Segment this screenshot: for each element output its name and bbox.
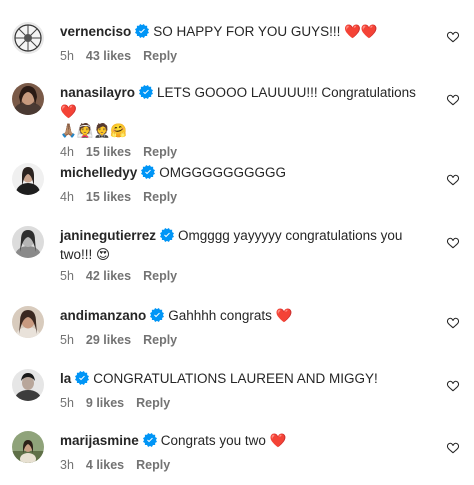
reply-button[interactable]: Reply [136,396,170,410]
comment-username[interactable]: michelledyy [60,165,137,180]
comment-username[interactable]: andimanzano [60,308,146,323]
verified-badge-icon [141,165,156,179]
comment-username[interactable]: marijasmine [60,433,139,448]
comment-username[interactable]: nanasilayro [60,85,135,100]
comment-time: 5h [60,49,74,63]
avatar[interactable] [12,369,44,401]
comment-likes[interactable]: 15 likes [86,190,131,204]
avatar[interactable] [12,83,44,115]
reply-button[interactable]: Reply [143,190,177,204]
verified-badge-icon [75,371,90,385]
heart-outline-icon[interactable] [446,379,460,393]
verified-badge-icon [150,308,165,322]
reply-button[interactable]: Reply [136,458,170,472]
heart-outline-icon[interactable] [446,93,460,107]
verified-badge-icon [160,228,175,242]
comment-username[interactable]: vernenciso [60,24,131,39]
verified-badge-icon [142,433,157,447]
avatar[interactable] [12,22,44,54]
comment-text: OMGGGGGGGGGG [159,165,287,180]
reply-button[interactable]: Reply [143,333,177,347]
comment-time: 3h [60,458,74,472]
comment-likes[interactable]: 29 likes [86,333,131,347]
avatar[interactable] [12,306,44,338]
comment-time: 5h [60,396,74,410]
comment-likes[interactable]: 4 likes [86,458,124,472]
verified-badge-icon [139,85,154,99]
comment-username[interactable]: la [60,371,71,386]
heart-outline-icon[interactable] [446,316,460,330]
comment-time: 5h [60,333,74,347]
comment-likes[interactable]: 9 likes [86,396,124,410]
comment-text: Congrats you two ❤️ [160,433,287,448]
reply-button[interactable]: Reply [143,49,177,63]
heart-outline-icon[interactable] [446,441,460,455]
avatar[interactable] [12,431,44,463]
avatar[interactable] [12,163,44,195]
comment-text: CONGRATULATIONS LAUREEN AND MIGGY! [93,371,378,386]
comment-time: 4h [60,190,74,204]
avatar[interactable] [12,226,44,258]
comment-likes[interactable]: 15 likes [86,145,131,159]
heart-outline-icon[interactable] [446,236,460,250]
comment-text: Gahhhh congrats ❤️ [168,308,293,323]
comment-text-continued: 🙏🏽👰🤵🤗 [60,123,128,138]
reply-button[interactable]: Reply [143,269,177,283]
comment-list: vernenciso SO HAPPY FOR YOU GUYS!!! ❤️❤️ … [0,0,474,485]
reply-button[interactable]: Reply [143,145,177,159]
comment-text: SO HAPPY FOR YOU GUYS!!! ❤️❤️ [153,24,378,39]
comment-likes[interactable]: 43 likes [86,49,131,63]
heart-outline-icon[interactable] [446,30,460,44]
comment-username[interactable]: janinegutierrez [60,228,156,243]
comment-text: Omgggg yayyyyy congratulations you [178,228,403,243]
comment-time: 4h [60,145,74,159]
comment-text-continued: two!!! 😍 [60,247,111,262]
verified-badge-icon [135,24,150,38]
comment-time: 5h [60,269,74,283]
heart-outline-icon[interactable] [446,173,460,187]
comment-likes[interactable]: 42 likes [86,269,131,283]
